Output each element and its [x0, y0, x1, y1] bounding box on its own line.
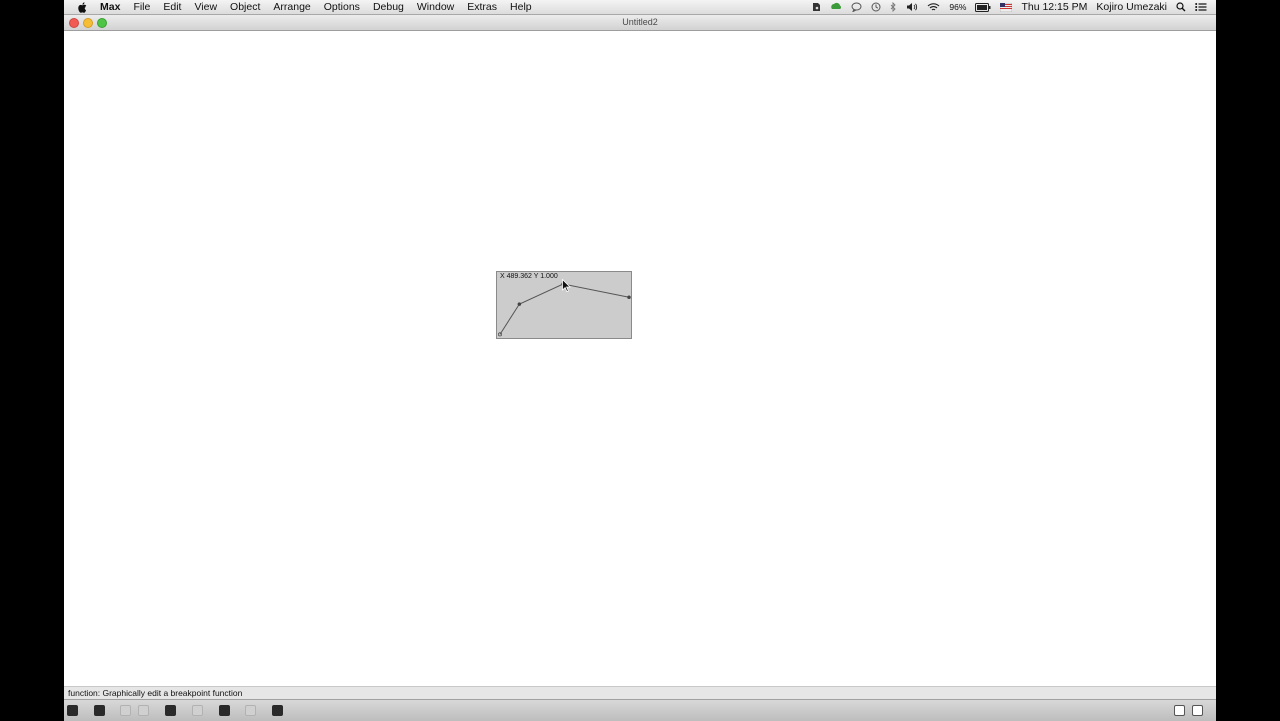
window-title: Untitled2: [622, 17, 658, 27]
menu-help[interactable]: Help: [510, 1, 532, 13]
inspector-icon[interactable]: [192, 705, 203, 716]
chat-icon[interactable]: [851, 2, 862, 12]
edit-clipboard-icon[interactable]: [120, 705, 131, 716]
menu-edit[interactable]: Edit: [163, 1, 181, 13]
menu-app-max[interactable]: Max: [100, 1, 120, 13]
evernote-icon[interactable]: [811, 2, 821, 12]
window-titlebar[interactable]: Untitled2: [64, 15, 1216, 31]
apple-icon[interactable]: [76, 0, 90, 14]
menu-bar: Max File Edit View Object Arrange Option…: [64, 0, 1216, 15]
user-name[interactable]: Kojiro Umezaki: [1096, 1, 1167, 13]
volume-icon[interactable]: [906, 2, 918, 12]
wifi-icon[interactable]: [927, 2, 940, 12]
new-object-icon[interactable]: [165, 705, 176, 716]
time-machine-icon[interactable]: [871, 2, 881, 12]
battery-percentage[interactable]: 96%: [949, 2, 966, 12]
split-view-icon[interactable]: [1174, 705, 1185, 716]
menu-object[interactable]: Object: [230, 1, 260, 13]
spotlight-icon[interactable]: [1176, 2, 1186, 12]
bluetooth-icon[interactable]: [890, 2, 897, 12]
status-menus: 96% Thu 12:15 PM Kojiro Umezaki: [811, 0, 1216, 14]
menu-window[interactable]: Window: [417, 1, 454, 13]
flag-icon[interactable]: [1000, 2, 1013, 12]
menu-extras[interactable]: Extras: [467, 1, 497, 13]
menu-debug[interactable]: Debug: [373, 1, 404, 13]
menu-arrange[interactable]: Arrange: [273, 1, 310, 13]
patcher-canvas[interactable]: X 489.362 Y 1.000: [64, 31, 1216, 686]
mouse-cursor-icon: [562, 278, 571, 297]
patcher-window: Untitled2 X 489.362 Y 1.000 function: Gr…: [64, 15, 1216, 721]
breakpoint-2[interactable]: [517, 302, 522, 306]
presentation-mode-icon[interactable]: [94, 705, 105, 716]
lock-toggle-icon[interactable]: [67, 705, 78, 716]
patch-cords-icon[interactable]: [219, 705, 230, 716]
status-bar: function: Graphically edit a breakpoint …: [64, 686, 1216, 699]
menu-options[interactable]: Options: [324, 1, 360, 13]
delete-selection-icon[interactable]: [138, 705, 149, 716]
clock[interactable]: Thu 12:15 PM: [1021, 1, 1087, 13]
sidebar-toggle-icon[interactable]: [1192, 705, 1203, 716]
battery-icon[interactable]: [975, 2, 991, 12]
patcher-toolbar: [64, 699, 1216, 721]
menu-file[interactable]: File: [133, 1, 150, 13]
status-text: function: Graphically edit a breakpoint …: [68, 688, 243, 698]
breakpoint-1[interactable]: [498, 332, 502, 337]
debug-icon[interactable]: [272, 705, 283, 716]
sync-icon[interactable]: [830, 2, 842, 12]
grid-icon[interactable]: [245, 705, 256, 716]
breakpoint-4[interactable]: [627, 295, 631, 300]
menu-view[interactable]: View: [194, 1, 217, 13]
notification-center-icon[interactable]: [1195, 2, 1207, 12]
